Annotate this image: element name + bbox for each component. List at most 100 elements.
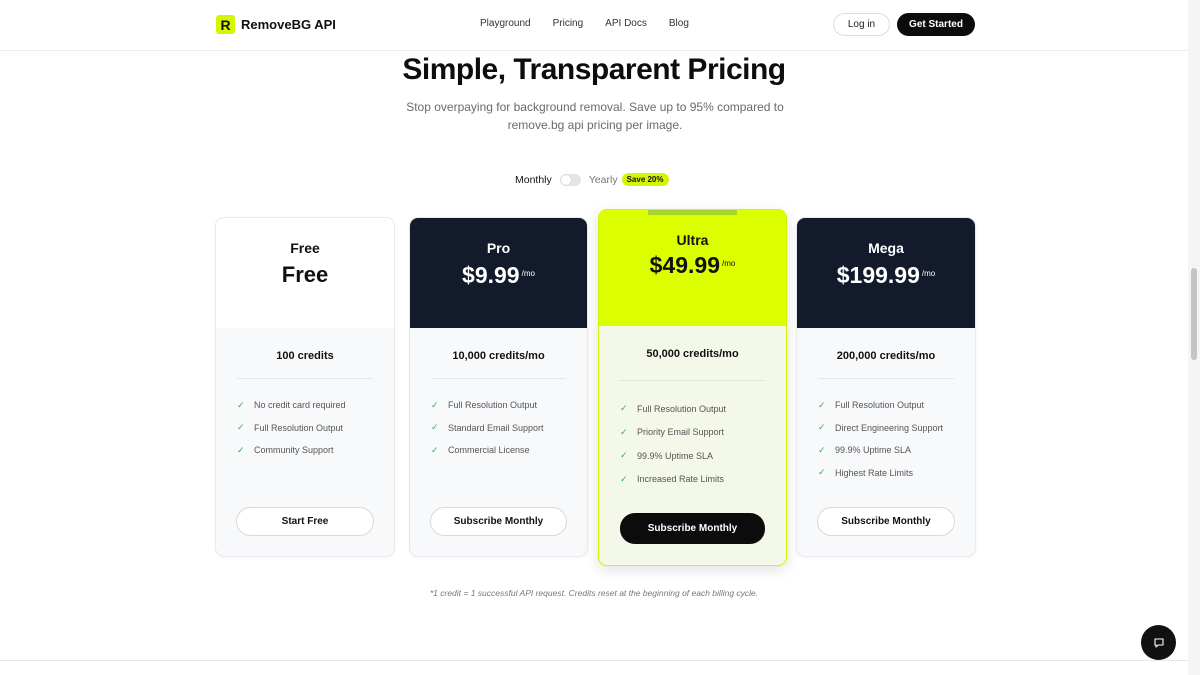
billing-period-toggle[interactable] bbox=[559, 173, 581, 186]
plan-header: Mega $199.99 /mo bbox=[797, 218, 975, 328]
plan-price: $199.99 /mo bbox=[797, 262, 975, 289]
plan-credits: 50,000 credits/mo bbox=[646, 348, 739, 360]
feature-text: No credit card required bbox=[254, 400, 346, 411]
check-icon: ✓ bbox=[818, 399, 826, 410]
price-amount: $199.99 bbox=[836, 262, 920, 288]
feature-item: ✓ Highest Rate Limits bbox=[818, 462, 975, 485]
brand-name: RemoveBG API bbox=[241, 17, 336, 32]
feature-text: Highest Rate Limits bbox=[835, 467, 914, 478]
feature-item: ✓ Community Support bbox=[237, 439, 394, 462]
check-icon: ✓ bbox=[818, 467, 826, 478]
plan-card-free: Free Free 100 credits ✓ No credit card re… bbox=[215, 217, 395, 557]
feature-text: Commercial License bbox=[448, 445, 530, 456]
feature-text: Full Resolution Output bbox=[835, 400, 925, 411]
main-nav: Playground Pricing API Docs Blog bbox=[480, 18, 711, 29]
feature-item: ✓ Full Resolution Output bbox=[431, 394, 587, 417]
check-icon: ✓ bbox=[818, 444, 826, 455]
check-icon: ✓ bbox=[818, 422, 826, 433]
login-button[interactable]: Log in bbox=[833, 13, 890, 36]
divider bbox=[237, 378, 373, 379]
chat-bubble-icon bbox=[1153, 637, 1164, 648]
feature-text: Direct Engineering Support bbox=[835, 422, 944, 433]
nav-link-playground[interactable]: Playground bbox=[480, 18, 531, 29]
feature-item: ✓ Standard Email Support bbox=[431, 417, 587, 440]
top-navbar: R RemoveBG API Playground Pricing API Do… bbox=[0, 0, 1188, 51]
subscribe-mega-button[interactable]: Subscribe Monthly bbox=[817, 507, 955, 536]
page-title: Simple, Transparent Pricing bbox=[402, 53, 786, 86]
get-started-button[interactable]: Get Started bbox=[897, 13, 975, 36]
feature-item: ✓ Increased Rate Limits bbox=[620, 468, 786, 492]
plan-header: Pro $9.99 /mo bbox=[410, 218, 587, 328]
nav-link-api-docs[interactable]: API Docs bbox=[605, 18, 647, 29]
price-period: /mo bbox=[921, 269, 936, 278]
divider bbox=[620, 380, 765, 381]
feature-item: ✓ 99.9% Uptime SLA bbox=[818, 439, 975, 462]
plan-card-pro: Pro $9.99 /mo 10,000 credits/mo ✓ Full Re… bbox=[409, 217, 588, 557]
feature-text: 99.9% Uptime SLA bbox=[637, 450, 714, 461]
check-icon: ✓ bbox=[620, 403, 628, 414]
feature-text: Increased Rate Limits bbox=[637, 474, 725, 485]
feature-text: Full Resolution Output bbox=[448, 400, 538, 411]
plan-credits: 200,000 credits/mo bbox=[836, 350, 936, 362]
feature-text: Full Resolution Output bbox=[254, 422, 344, 433]
plan-header: Ultra $49.99 /mo bbox=[599, 210, 786, 326]
plan-price: Free bbox=[216, 262, 394, 288]
billing-toggle-group: Monthly Yearly Save 20% bbox=[515, 173, 669, 186]
feature-item: ✓ Full Resolution Output bbox=[237, 417, 394, 440]
check-icon: ✓ bbox=[620, 473, 628, 484]
monthly-label[interactable]: Monthly bbox=[515, 174, 552, 186]
feature-item: ✓ Full Resolution Output bbox=[818, 394, 975, 417]
divider bbox=[818, 378, 954, 379]
page-subtitle: Stop overpaying for background removal. … bbox=[406, 100, 784, 132]
feature-list: ✓ Full Resolution Output ✓ Standard Email … bbox=[431, 394, 587, 462]
price-amount: Free bbox=[281, 262, 329, 287]
check-icon: ✓ bbox=[620, 426, 628, 437]
plan-card-ultra: Ultra $49.99 /mo 50,000 credits/mo ✓ Full… bbox=[598, 209, 787, 566]
price-period: /mo bbox=[722, 259, 736, 268]
nav-link-blog[interactable]: Blog bbox=[669, 18, 689, 29]
feature-text: 99.9% Uptime SLA bbox=[835, 445, 912, 456]
toggle-knob bbox=[560, 174, 571, 185]
plan-credits: 100 credits bbox=[276, 350, 334, 362]
feature-item: ✓ No credit card required bbox=[237, 394, 394, 417]
check-icon: ✓ bbox=[237, 399, 245, 410]
feature-text: Full Resolution Output bbox=[637, 403, 727, 414]
plan-price: $9.99 /mo bbox=[410, 262, 587, 289]
chat-button[interactable] bbox=[1141, 625, 1176, 660]
plan-name: Mega bbox=[868, 240, 904, 256]
price-amount: $49.99 bbox=[649, 252, 720, 278]
feature-item: ✓ Commercial License bbox=[431, 439, 587, 462]
yearly-label[interactable]: Yearly bbox=[589, 174, 618, 186]
plan-name: Free bbox=[290, 240, 320, 256]
start-free-button[interactable]: Start Free bbox=[236, 507, 374, 536]
price-amount: $9.99 bbox=[462, 262, 520, 288]
divider bbox=[431, 378, 566, 379]
check-icon: ✓ bbox=[620, 450, 628, 461]
feature-list: ✓ Full Resolution Output ✓ Priority Email … bbox=[620, 397, 786, 491]
plan-card-mega: Mega $199.99 /mo 200,000 credits/mo ✓ Ful… bbox=[796, 217, 976, 557]
popular-accent-bar bbox=[648, 210, 737, 215]
feature-item: ✓ 99.9% Uptime SLA bbox=[620, 444, 786, 468]
page-scrollbar[interactable] bbox=[1188, 0, 1200, 675]
feature-text: Community Support bbox=[254, 445, 334, 456]
nav-link-pricing[interactable]: Pricing bbox=[553, 18, 584, 29]
feature-item: ✓ Full Resolution Output bbox=[620, 397, 786, 421]
scrollbar-thumb[interactable] bbox=[1191, 268, 1197, 360]
feature-text: Standard Email Support bbox=[448, 422, 544, 433]
feature-item: ✓ Direct Engineering Support bbox=[818, 417, 975, 440]
subscribe-ultra-button[interactable]: Subscribe Monthly bbox=[620, 513, 765, 544]
check-icon: ✓ bbox=[431, 399, 439, 410]
feature-list: ✓ No credit card required ✓ Full Resolutio… bbox=[237, 394, 394, 462]
save-badge: Save 20% bbox=[621, 173, 669, 186]
feature-text: Priority Email Support bbox=[637, 427, 725, 438]
plan-name: Ultra bbox=[676, 232, 709, 248]
check-icon: ✓ bbox=[431, 422, 439, 433]
price-period: /mo bbox=[521, 269, 535, 278]
feature-list: ✓ Full Resolution Output ✓ Direct Engineer… bbox=[818, 394, 975, 484]
plan-header: Free Free bbox=[216, 218, 394, 328]
subscribe-pro-button[interactable]: Subscribe Monthly bbox=[430, 507, 567, 536]
check-icon: ✓ bbox=[431, 444, 439, 455]
brand-logo[interactable]: R RemoveBG API bbox=[216, 15, 336, 34]
plan-credits: 10,000 credits/mo bbox=[452, 350, 545, 362]
section-divider bbox=[0, 660, 1188, 661]
